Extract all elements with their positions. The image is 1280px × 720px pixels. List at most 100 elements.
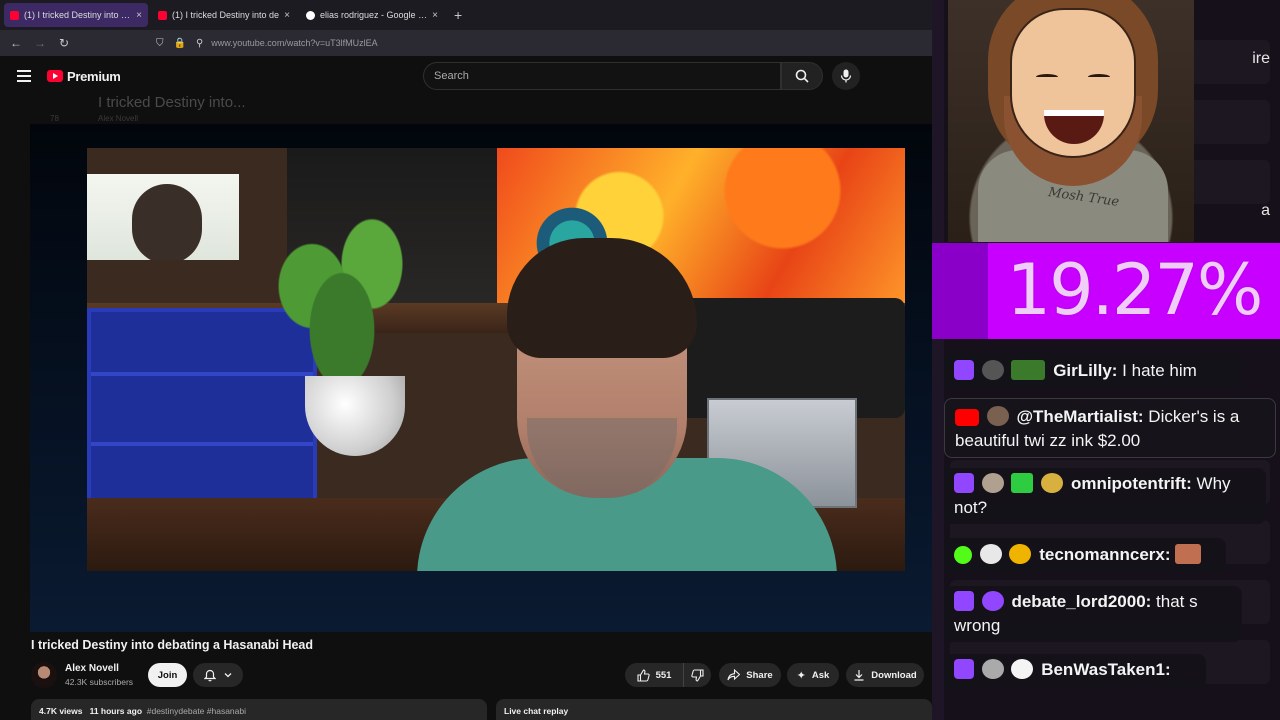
superchat-amount: $2.00 — [1097, 431, 1141, 450]
chat-message: debate_lord2000: that s wrong — [944, 586, 1242, 642]
chat-text: I hate him — [1122, 361, 1197, 380]
chat-message-superchat: @TheMartialist: Dicker's is a beautiful … — [944, 398, 1276, 458]
dislike-button[interactable] — [683, 663, 711, 687]
tab-title: (1) I tricked Destiny into de — [172, 10, 280, 20]
youtube-header: Premium Search — [0, 56, 932, 96]
chat-username: BenWasTaken1: — [1041, 660, 1171, 679]
avatar — [981, 473, 1004, 493]
join-button[interactable]: Join — [148, 663, 187, 687]
search-button[interactable] — [781, 62, 823, 90]
emote-icon — [1175, 544, 1202, 564]
emote-icon — [1011, 360, 1046, 380]
search-input[interactable]: Search — [423, 62, 781, 90]
bell-icon — [204, 669, 216, 681]
video-scene — [87, 148, 905, 571]
user-icon — [981, 591, 1004, 611]
browser-nav-bar: ← → ↻ ⛉ 🔒 ⚲ www.youtube.com/watch?v=uT3l… — [0, 30, 932, 56]
browser-tab-1[interactable]: (1) I tricked Destiny into debating × — [4, 3, 148, 27]
streamer-avatar-portrait: Mosh True — [948, 0, 1194, 242]
new-tab-button[interactable]: + — [454, 7, 462, 23]
view-count: 4.7K views — [39, 706, 83, 716]
description-box[interactable]: 4.7K views 11 hours ago #destinydebate #… — [31, 699, 487, 720]
miniplayer-ghost-count: 78 — [50, 114, 59, 123]
url-bar[interactable]: www.youtube.com/watch?v=uT3lfMUzlEA — [211, 38, 377, 48]
search-placeholder: Search — [434, 70, 469, 82]
sub-badge-icon — [1009, 544, 1032, 564]
tab-title: (1) I tricked Destiny into debating — [24, 10, 132, 20]
browser-tab-3[interactable]: elias rodriguez - Google Search × — [300, 3, 444, 27]
picture-in-picture-cam — [87, 174, 239, 260]
voice-search-button[interactable] — [832, 62, 860, 90]
channel-name[interactable]: Alex Novell — [65, 663, 119, 674]
chat-username: GirLilly: — [1053, 361, 1118, 380]
twitch-icon — [954, 591, 974, 611]
like-count: 551 — [655, 669, 672, 681]
chat-username: omnipotentrift: — [1070, 474, 1192, 493]
reload-icon[interactable]: ↻ — [52, 36, 76, 50]
shield-icon[interactable]: ⛉ — [156, 38, 164, 49]
menu-icon[interactable] — [17, 70, 31, 82]
stream-overlay: ire a Mosh True 19.27% GirLilly: I hate … — [932, 0, 1280, 720]
chat-message: BenWasTaken1: — [944, 654, 1206, 688]
emote-icon — [1041, 473, 1064, 493]
youtube-favicon-icon — [10, 10, 19, 20]
close-tab-icon[interactable]: × — [136, 10, 142, 21]
share-icon — [727, 669, 741, 681]
youtube-logo[interactable]: Premium — [47, 69, 121, 84]
miniplayer-ghost-channel: Alex Novell — [98, 114, 139, 123]
search-icon — [795, 69, 809, 83]
chat-message: tecnomanncerx: — [944, 538, 1226, 572]
download-button[interactable]: Download — [846, 663, 924, 687]
chat-message: GirLilly: I hate him — [944, 354, 1242, 388]
microphone-icon — [840, 69, 852, 83]
upload-time: 11 hours ago — [89, 706, 143, 716]
like-button[interactable]: 551 — [625, 663, 683, 687]
share-label: Share — [746, 669, 773, 681]
lock-icon[interactable]: 🔒 — [174, 38, 186, 49]
live-chat-replay-header[interactable]: Live chat replay — [496, 699, 932, 720]
youtube-favicon-icon — [158, 10, 167, 20]
chevron-down-icon — [224, 673, 232, 678]
twitch-icon — [954, 473, 974, 493]
ask-button[interactable]: ✦ Ask — [787, 663, 839, 687]
twitch-icon — [954, 360, 974, 380]
chat-username: tecnomanncerx: — [1039, 545, 1171, 564]
download-label: Download — [871, 669, 917, 681]
chat-username: @TheMartialist: — [1016, 407, 1144, 426]
tab-title: elias rodriguez - Google Search — [320, 10, 427, 20]
subscriber-count: 42.3K subscribers — [65, 677, 134, 687]
chat-username: debate_lord2000: — [1011, 592, 1152, 611]
thumbs-up-icon — [637, 668, 650, 682]
thumbs-down-icon — [691, 668, 704, 682]
sparkle-icon: ✦ — [796, 669, 806, 682]
ask-label: Ask — [811, 669, 830, 681]
google-favicon-icon — [306, 10, 315, 20]
overlay-edge-text: ire — [1252, 50, 1270, 67]
hashtags[interactable]: #destinydebate #hasanabi — [147, 706, 246, 716]
chat-message: omnipotentrift: Why not? — [944, 468, 1266, 524]
video-title: I tricked Destiny into debating a Hasana… — [31, 638, 314, 652]
skull-emote-icon — [1011, 659, 1034, 679]
avatar — [981, 659, 1004, 679]
channel-avatar[interactable] — [31, 662, 57, 688]
download-icon — [854, 670, 864, 681]
permissions-icon[interactable]: ⚲ — [196, 38, 203, 49]
youtube-logo-icon — [47, 70, 63, 82]
kick-icon — [954, 546, 972, 564]
close-tab-icon[interactable]: × — [284, 10, 290, 21]
share-button[interactable]: Share — [719, 663, 781, 687]
overlay-edge-text: a — [1261, 202, 1270, 219]
browser-tab-2[interactable]: (1) I tricked Destiny into de × — [152, 3, 296, 27]
twitch-icon — [954, 659, 974, 679]
percentage-banner: 19.27% — [932, 243, 1280, 339]
premium-label: Premium — [67, 68, 121, 84]
close-tab-icon[interactable]: × — [432, 10, 438, 21]
browser-tab-bar: (1) I tricked Destiny into debating × (1… — [0, 0, 932, 30]
video-frame[interactable] — [87, 148, 905, 571]
youtube-icon — [955, 409, 979, 426]
notification-bell-button[interactable] — [193, 663, 243, 687]
back-arrow-icon[interactable]: ← — [4, 36, 28, 50]
emote-icon — [979, 544, 1002, 564]
avatar — [986, 406, 1009, 426]
forward-arrow-icon[interactable]: → — [28, 36, 52, 50]
